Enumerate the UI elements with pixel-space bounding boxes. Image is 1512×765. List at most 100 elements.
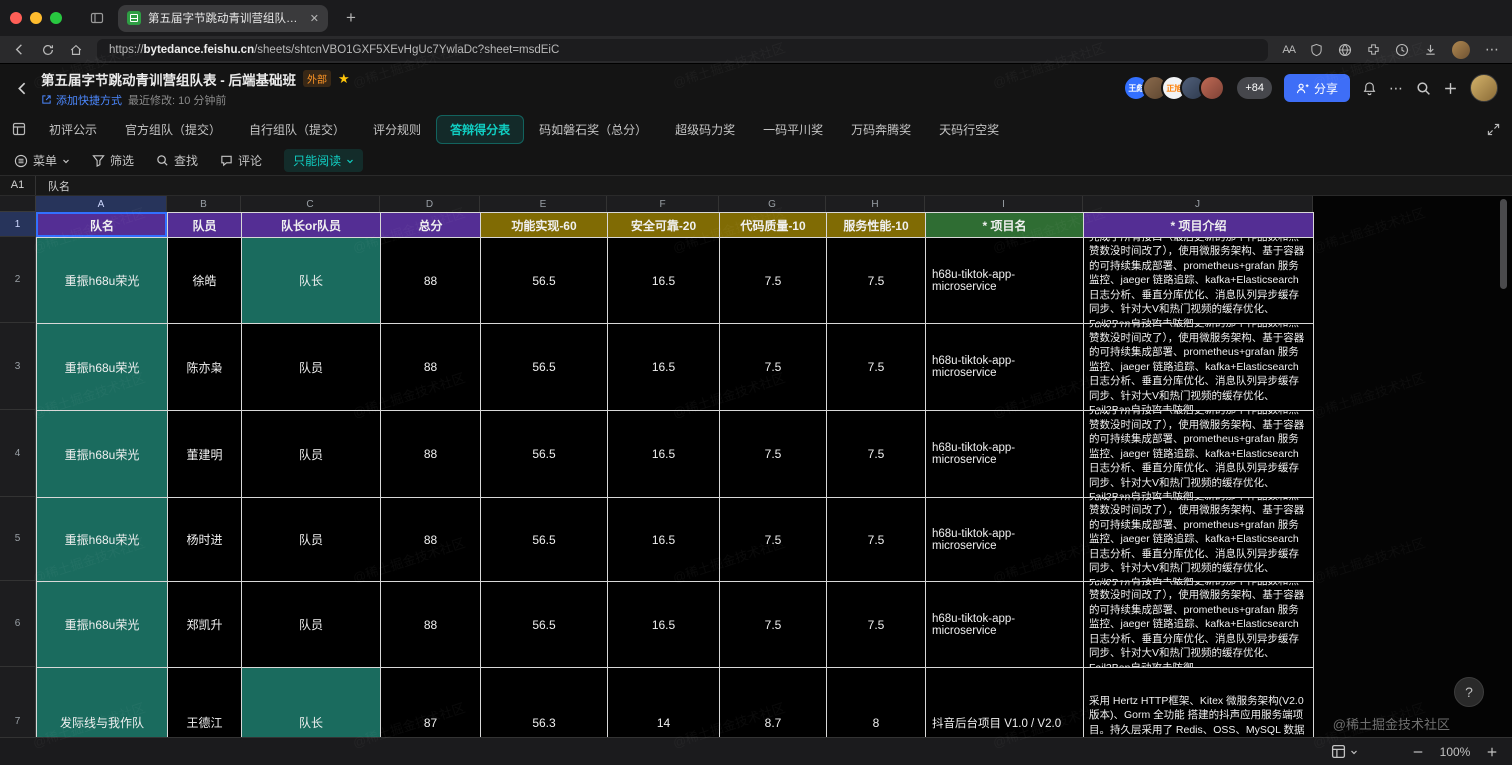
cell-I5[interactable]: h68u-tiktok-app-microservice [926,498,1084,582]
cell-G7[interactable]: 8.7 [720,668,827,737]
cell-I3[interactable]: h68u-tiktok-app-microservice [926,324,1084,411]
zoom-in-button[interactable] [1486,746,1498,758]
create-new-icon[interactable] [1443,81,1458,96]
row-header-2[interactable]: 2 [0,237,36,323]
row-header-4[interactable]: 4 [0,410,36,497]
cell-B7[interactable]: 王德江 [168,668,242,737]
sheet-tab[interactable]: 天码行空奖 [926,116,1012,143]
search-icon[interactable] [1416,81,1431,96]
window-minimize-button[interactable] [30,12,42,24]
row-header-3[interactable]: 3 [0,323,36,410]
cell-D6[interactable]: 88 [381,582,481,668]
browser-home-icon[interactable] [69,43,83,57]
cell-I2[interactable]: h68u-tiktok-app-microservice [926,238,1084,324]
cell-A7[interactable]: 发际线与我作队 [37,668,168,737]
doc-more-icon[interactable]: ⋯ [1389,80,1404,97]
cell-I1[interactable]: * 项目名 [926,213,1084,238]
text-size-icon[interactable]: AA [1282,44,1296,56]
cell-E6[interactable]: 56.5 [481,582,608,668]
browser-reload-icon[interactable] [41,43,55,57]
row-header-1[interactable]: 1 [0,212,36,237]
find-button[interactable]: 查找 [156,152,198,169]
url-input[interactable]: https://bytedance.feishu.cn/sheets/shtcn… [97,38,1269,61]
cell-A6[interactable]: 重振h68u荣光 [37,582,168,668]
cell-D4[interactable]: 88 [381,411,481,498]
column-header-D[interactable]: D [380,196,480,212]
cell-E2[interactable]: 56.5 [481,238,608,324]
cell-A3[interactable]: 重振h68u荣光 [37,324,168,411]
collaborators-more-count[interactable]: +84 [1237,77,1272,99]
cell-J2[interactable]: 完成了所有接口（最后更新的那个作品数和点赞数没时间改了），使用微服务架构、基于容… [1084,238,1314,324]
cell-G1[interactable]: 代码质量-10 [720,213,827,238]
all-sheets-icon[interactable] [12,122,26,136]
cell-D1[interactable]: 总分 [381,213,481,238]
cell-E3[interactable]: 56.5 [481,324,608,411]
cell-B1[interactable]: 队员 [168,213,242,238]
cell-C2[interactable]: 队长 [242,238,381,324]
cell-H1[interactable]: 服务性能-10 [827,213,926,238]
cell-J4[interactable]: 完成了所有接口（最后更新的那个作品数和点赞数没时间改了），使用微服务架构、基于容… [1084,411,1314,498]
cell-G4[interactable]: 7.5 [720,411,827,498]
zoom-level[interactable]: 100% [1438,745,1472,759]
browser-back-icon[interactable] [12,42,27,57]
cell-F3[interactable]: 16.5 [608,324,720,411]
cell-H3[interactable]: 7.5 [827,324,926,411]
row-header-7[interactable]: 7 [0,667,36,737]
cell-I6[interactable]: h68u-tiktok-app-microservice [926,582,1084,668]
cell-C7[interactable]: 队长 [242,668,381,737]
fullscreen-icon[interactable] [1487,123,1500,136]
column-header-A[interactable]: A [36,196,167,212]
sheet-tab[interactable]: 一码平川奖 [750,116,836,143]
cell-H7[interactable]: 8 [827,668,926,737]
cell-E4[interactable]: 56.5 [481,411,608,498]
column-header-I[interactable]: I [925,196,1083,212]
cell-C3[interactable]: 队员 [242,324,381,411]
cell-E7[interactable]: 56.3 [481,668,608,737]
cell-G6[interactable]: 7.5 [720,582,827,668]
cell-B6[interactable]: 郑凯升 [168,582,242,668]
name-box[interactable]: A1 [0,176,36,195]
cell-B3[interactable]: 陈亦枭 [168,324,242,411]
window-close-button[interactable] [10,12,22,24]
star-icon[interactable]: ★ [338,71,350,87]
cell-J1[interactable]: * 项目介绍 [1084,213,1314,238]
cell-C6[interactable]: 队员 [242,582,381,668]
collaborator-avatar[interactable] [1199,75,1226,101]
cell-F6[interactable]: 16.5 [608,582,720,668]
cell-D3[interactable]: 88 [381,324,481,411]
sheet-tab-active[interactable]: 答辩得分表 [436,114,525,144]
privacy-shield-icon[interactable] [1310,43,1323,57]
downloads-icon[interactable] [1424,43,1437,56]
new-tab-button[interactable]: + [346,8,356,28]
cell-C5[interactable]: 队员 [242,498,381,582]
browser-tab[interactable]: 第五届字节跳动青训营组队表 - ✕ [118,4,328,32]
notifications-bell-icon[interactable] [1362,81,1377,96]
formula-input[interactable]: 队名 [36,178,70,194]
column-header-C[interactable]: C [241,196,380,212]
translate-icon[interactable] [1338,43,1352,57]
sheet-view-switcher[interactable] [1331,744,1358,759]
help-button[interactable]: ? [1454,677,1484,707]
cell-D7[interactable]: 87 [381,668,481,737]
window-zoom-button[interactable] [50,12,62,24]
column-header-E[interactable]: E [480,196,607,212]
cell-F2[interactable]: 16.5 [608,238,720,324]
row-header-6[interactable]: 6 [0,581,36,667]
cell-E1[interactable]: 功能实现-60 [481,213,608,238]
extensions-icon[interactable] [1367,43,1380,56]
sheet-tab[interactable]: 万码奔腾奖 [838,116,924,143]
cell-B2[interactable]: 徐皓 [168,238,242,324]
column-header-J[interactable]: J [1083,196,1313,212]
cell-J6[interactable]: 完成了所有接口（最后更新的那个作品数和点赞数没时间改了），使用微服务架构、基于容… [1084,582,1314,668]
cell-A1[interactable]: 队名 [37,213,168,238]
row-header-5[interactable]: 5 [0,497,36,581]
cell-E5[interactable]: 56.5 [481,498,608,582]
column-header-G[interactable]: G [719,196,826,212]
add-shortcut-link[interactable]: 添加快捷方式 [41,92,122,108]
sheet-tab[interactable]: 码如磐石奖（总分） [526,116,660,143]
tab-overview-icon[interactable] [90,11,104,25]
cell-G3[interactable]: 7.5 [720,324,827,411]
browser-more-icon[interactable]: ⋯ [1485,41,1500,58]
sheet-tab[interactable]: 自行组队（提交） [236,116,358,143]
cell-D2[interactable]: 88 [381,238,481,324]
